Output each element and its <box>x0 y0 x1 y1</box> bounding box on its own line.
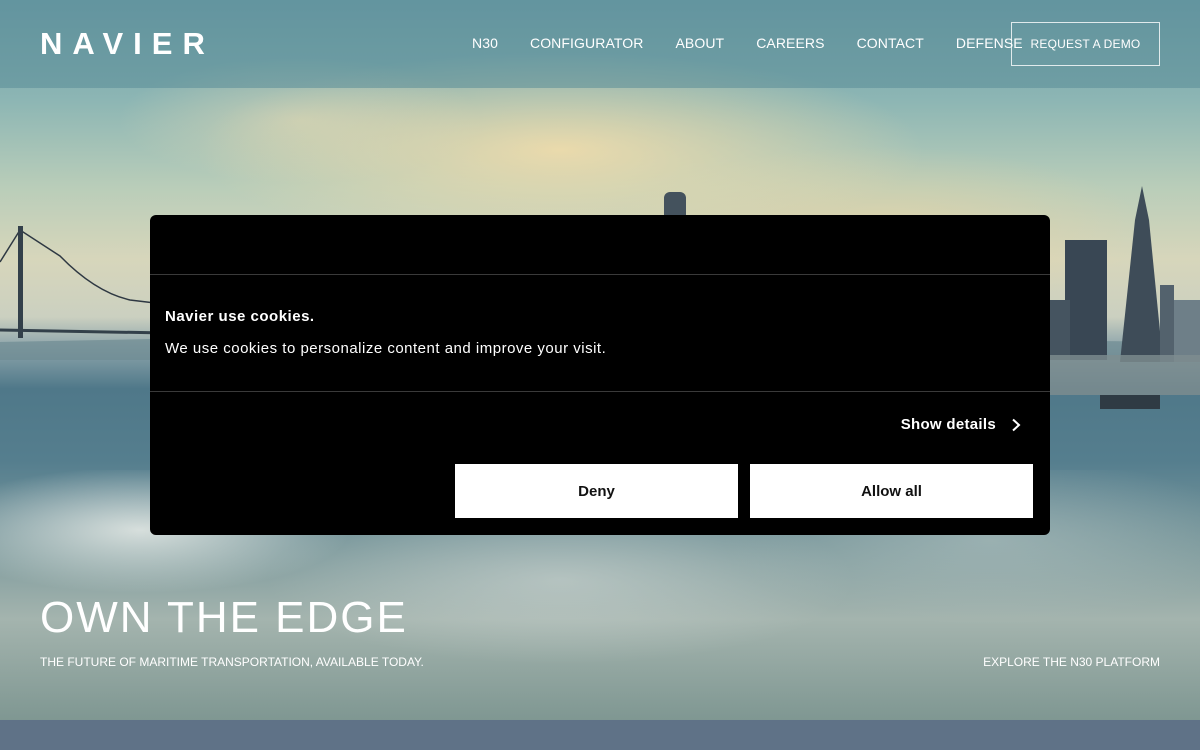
allow-all-button[interactable]: Allow all <box>750 464 1033 518</box>
deny-button[interactable]: Deny <box>455 464 738 518</box>
main-nav: N30 CONFIGURATOR ABOUT CAREERS CONTACT D… <box>472 34 1023 52</box>
cookie-dialog-header <box>150 215 1050 275</box>
next-section-band <box>0 720 1200 750</box>
show-details-link[interactable]: Show details <box>901 416 1022 433</box>
nav-item-careers[interactable]: CAREERS <box>756 34 824 52</box>
chevron-right-icon <box>1010 418 1022 432</box>
navier-logo[interactable]: NAVIER <box>40 27 215 61</box>
nav-item-n30[interactable]: N30 <box>472 34 498 52</box>
cookie-dialog-body: Navier use cookies. We use cookies to pe… <box>150 275 1050 392</box>
show-details-label: Show details <box>900 416 996 433</box>
nav-item-about[interactable]: ABOUT <box>675 34 724 52</box>
site-header: NAVIER N30 CONFIGURATOR ABOUT CAREERS CO… <box>0 0 1200 88</box>
nav-item-contact[interactable]: CONTACT <box>857 34 924 52</box>
request-demo-button[interactable]: REQUEST A DEMO <box>1011 22 1160 66</box>
hero-title: OWN THE EDGE <box>40 593 408 642</box>
hero-subtitle: THE FUTURE OF MARITIME TRANSPORTATION, A… <box>40 655 424 669</box>
cookie-consent-dialog: Navier use cookies. We use cookies to pe… <box>150 215 1050 535</box>
nav-item-configurator[interactable]: CONFIGURATOR <box>530 34 643 52</box>
cookie-heading: Navier use cookies. <box>165 308 315 325</box>
cookie-description: We use cookies to personalize content an… <box>165 340 607 357</box>
explore-n30-link[interactable]: EXPLORE THE N30 PLATFORM <box>983 655 1160 669</box>
